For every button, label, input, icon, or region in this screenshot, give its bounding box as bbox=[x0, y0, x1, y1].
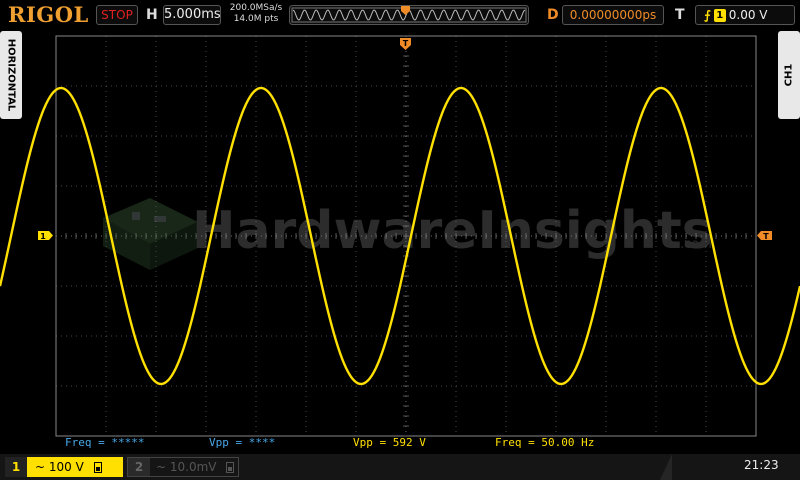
measurement-vpp-1[interactable]: Vpp = **** bbox=[209, 436, 275, 449]
waveform-display[interactable]: HardwareInsights .com T 1 T bbox=[0, 0, 800, 480]
channel2-scale: 10.0mV bbox=[169, 460, 217, 474]
channel1-scale: 100 V bbox=[48, 460, 84, 474]
channel2-coupling: ~ bbox=[156, 460, 167, 474]
channel1-number: 1 bbox=[5, 457, 27, 477]
measurement-vpp-2[interactable]: Vpp = 592 V bbox=[353, 436, 426, 449]
trigger-label: T bbox=[675, 7, 685, 23]
measurement-readouts: Freq = ***** Vpp = **** Vpp = 592 V Freq… bbox=[56, 436, 756, 450]
status-bar: RIGOL STOP H 5.000ms 200.0MSa/s 14.0M pt… bbox=[0, 0, 800, 30]
trigger-source: 1 bbox=[713, 9, 726, 22]
delay-label: D bbox=[547, 7, 559, 23]
sample-rate: 200.0MSa/s bbox=[229, 3, 283, 13]
horizontal-label: H bbox=[146, 7, 158, 23]
watermark: HardwareInsights .com bbox=[103, 198, 713, 270]
watermark-logo-icon bbox=[103, 198, 198, 270]
svg-text:1: 1 bbox=[40, 232, 46, 241]
measurement-freq-2[interactable]: Freq = 50.00 Hz bbox=[495, 436, 594, 449]
rising-edge-icon: ⨍ bbox=[704, 8, 711, 22]
memory-overview[interactable] bbox=[289, 5, 529, 25]
watermark-text: HardwareInsights bbox=[192, 201, 713, 261]
horizontal-menu-tab[interactable]: HORIZONTAL bbox=[0, 31, 22, 119]
trigger-level-marker[interactable]: T bbox=[757, 231, 772, 241]
trigger-position-marker[interactable]: T bbox=[400, 38, 411, 50]
memory-depth: 14.0M pts bbox=[233, 14, 279, 24]
channel1-coupling: ~ bbox=[35, 460, 46, 474]
delay-value[interactable]: 0.00000000ps bbox=[562, 5, 664, 25]
bar-divider bbox=[660, 454, 672, 480]
bandwidth-limit-icon bbox=[93, 462, 102, 473]
acquisition-info: 200.0MSa/s 14.0M pts bbox=[226, 3, 286, 25]
bandwidth-limit-icon bbox=[226, 462, 235, 473]
trigger-settings[interactable]: ⨍ 1 0.00 V bbox=[695, 5, 795, 25]
svg-text:T: T bbox=[763, 232, 769, 241]
channel1-offset-marker[interactable]: 1 bbox=[38, 231, 53, 241]
channel-bar: 1 ~ 100 V 2 ~ 10.0mV 21:23 bbox=[0, 454, 800, 480]
svg-text:T: T bbox=[403, 39, 409, 48]
ch1-menu-tab[interactable]: CH1 bbox=[778, 31, 800, 119]
channel1-status[interactable]: 1 ~ 100 V bbox=[5, 457, 123, 477]
measurement-freq-1[interactable]: Freq = ***** bbox=[65, 436, 144, 449]
timebase-value[interactable]: 5.000ms bbox=[163, 5, 221, 25]
clock: 21:23 bbox=[744, 458, 779, 472]
watermark-suffix: .com bbox=[680, 237, 712, 252]
channel2-number: 2 bbox=[128, 458, 150, 476]
run-stop-status[interactable]: STOP bbox=[96, 5, 138, 25]
trigger-level: 0.00 V bbox=[728, 8, 768, 22]
brand-logo: RIGOL bbox=[8, 2, 89, 27]
channel2-status[interactable]: 2 ~ 10.0mV bbox=[127, 457, 239, 477]
